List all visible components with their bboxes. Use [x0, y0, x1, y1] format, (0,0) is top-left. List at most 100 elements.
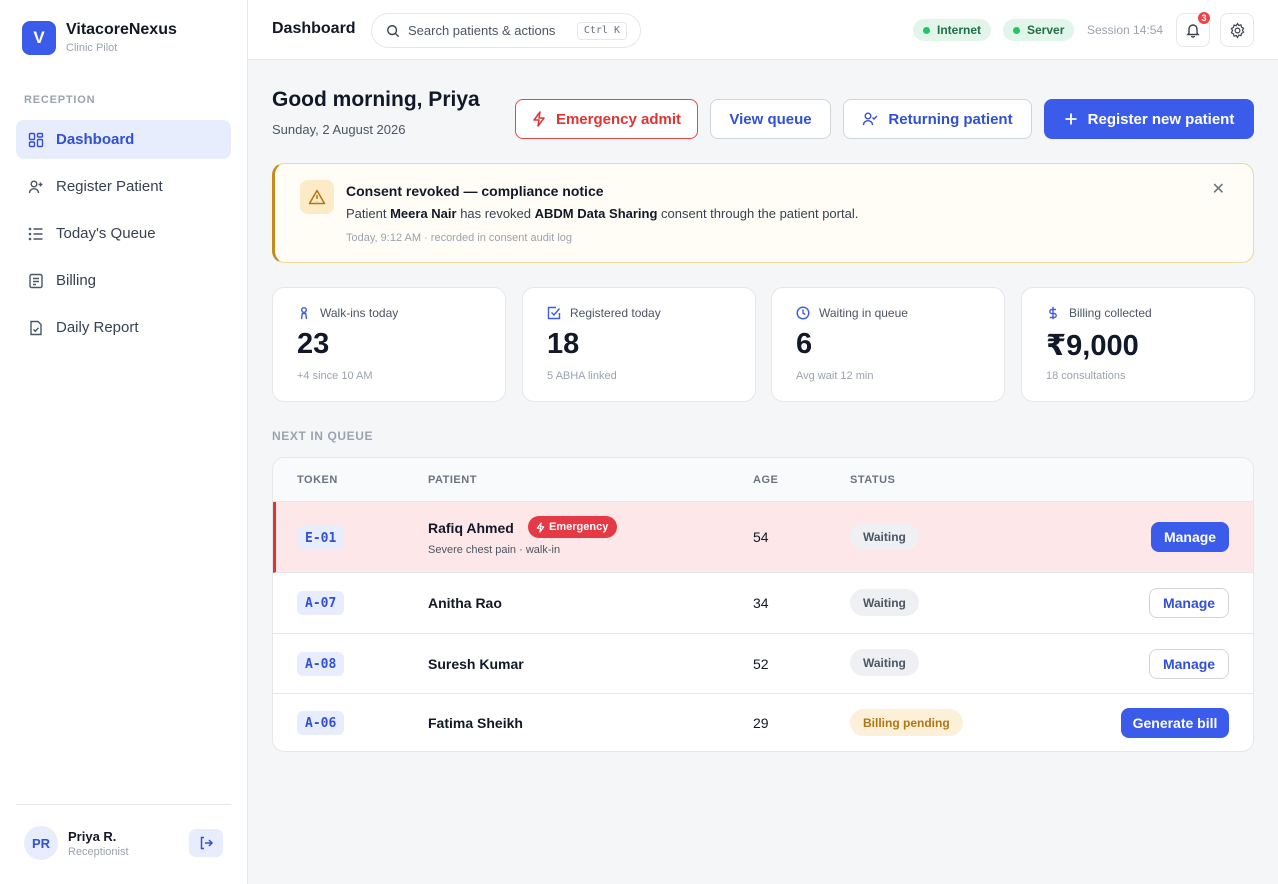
status-badge: Waiting — [850, 523, 919, 550]
stat-subtext: +4 since 10 AM — [297, 370, 373, 382]
token-badge: A-07 — [297, 591, 345, 615]
manage-button[interactable]: Manage — [1151, 522, 1229, 552]
stat-card-registered: Registered today 18 5 ABHA linked — [522, 287, 756, 402]
sidebar-item-label: Register Patient — [56, 178, 163, 195]
emergency-admit-button[interactable]: Emergency admit — [515, 99, 698, 139]
gear-icon — [1230, 21, 1244, 39]
session-timer: Session 14:54 — [1087, 23, 1164, 37]
patient-name: Anitha Rao — [428, 595, 502, 611]
table-row[interactable]: E-01 Rafiq Ahmed Emergency Severe chest … — [273, 502, 1253, 573]
manage-button[interactable]: Manage — [1149, 649, 1229, 679]
clock-icon — [796, 306, 810, 320]
sidebar-item-register-patient[interactable]: Register Patient — [16, 167, 231, 206]
internet-status-badge: Internet — [913, 19, 992, 41]
person-icon — [300, 307, 308, 320]
column-header-token: TOKEN — [297, 474, 338, 486]
sidebar-item-dashboard[interactable]: Dashboard — [16, 120, 231, 159]
alert-message: Patient Meera Nair has revoked ABDM Data… — [346, 206, 859, 221]
stat-subtext: 18 consultations — [1046, 370, 1126, 382]
logout-icon — [200, 836, 214, 850]
manage-button[interactable]: Manage — [1149, 588, 1229, 618]
queue-section-label: NEXT IN QUEUE — [272, 429, 374, 443]
user-check-icon — [863, 112, 878, 126]
brand-logo: V — [22, 21, 56, 55]
stat-card-waiting: Waiting in queue 6 Avg wait 12 min — [771, 287, 1005, 402]
nav-section-label: RECEPTION — [24, 94, 96, 106]
stat-value: ₹9,000 — [1046, 330, 1139, 362]
keyboard-shortcut: Ctrl K — [576, 22, 627, 40]
search-input[interactable]: Search patients & actions Ctrl K — [371, 13, 641, 48]
bell-icon — [1186, 24, 1200, 38]
sidebar-nav: Dashboard Register Patient Today's Queue… — [16, 120, 231, 355]
search-icon — [387, 24, 400, 37]
user-profile[interactable]: PR Priya R. Receptionist — [24, 826, 129, 860]
token-badge: A-08 — [297, 652, 345, 676]
sidebar-item-label: Daily Report — [56, 319, 139, 336]
patient-age: 54 — [753, 529, 769, 545]
sidebar-item-daily-report[interactable]: Daily Report — [16, 308, 231, 347]
brand-subtitle: Clinic Pilot — [66, 42, 118, 54]
generate-bill-button[interactable]: Generate bill — [1121, 708, 1229, 738]
brand[interactable]: V VitacoreNexus Clinic Pilot — [22, 21, 177, 55]
checkbox-icon — [547, 306, 561, 320]
stat-subtext: Avg wait 12 min — [796, 370, 874, 382]
settings-button[interactable] — [1220, 13, 1254, 47]
sidebar-item-label: Billing — [56, 272, 97, 289]
alert-title: Consent revoked — compliance notice — [346, 183, 604, 199]
notifications-button[interactable]: 3 — [1176, 11, 1211, 47]
sidebar-item-billing[interactable]: Billing — [16, 261, 231, 300]
consent-alert: Consent revoked — compliance notice Pati… — [272, 163, 1254, 263]
list-icon — [28, 227, 43, 240]
report-icon — [30, 320, 42, 335]
page-title: Dashboard — [272, 20, 356, 37]
alert-timestamp: Today, 9:12 AM · recorded in consent aud… — [346, 232, 573, 244]
warning-icon — [300, 180, 334, 214]
logout-button[interactable] — [189, 829, 223, 857]
patient-name: Suresh Kumar — [428, 656, 524, 672]
receipt-icon — [29, 273, 43, 288]
status-badge: Waiting — [850, 649, 919, 676]
stat-card-billing: Billing collected ₹9,000 18 consultation… — [1021, 287, 1255, 402]
patient-age: 29 — [753, 715, 769, 731]
patient-note: Severe chest pain · walk-in — [428, 544, 561, 556]
brand-name: VitacoreNexus — [66, 21, 177, 38]
patient-name: Fatima Sheikh — [428, 715, 523, 731]
returning-patient-button[interactable]: Returning patient — [843, 99, 1032, 139]
stat-card-walk-ins: Walk-ins today 23 +4 since 10 AM — [272, 287, 506, 402]
stat-subtext: 5 ABHA linked — [547, 370, 617, 382]
queue-table: TOKEN PATIENT AGE STATUS E-01 Rafiq Ahme… — [272, 457, 1254, 752]
stat-label: Registered today — [570, 306, 661, 320]
view-queue-button[interactable]: View queue — [710, 99, 831, 139]
alert-consent-type: ABDM Data Sharing — [534, 206, 658, 221]
table-row[interactable]: A-08 Suresh Kumar 52 Waiting Manage — [273, 634, 1253, 694]
patient-age: 34 — [753, 595, 769, 611]
plus-icon — [1065, 113, 1077, 125]
sidebar: V VitacoreNexus Clinic Pilot RECEPTION D… — [0, 0, 248, 884]
server-status-badge: Server — [1003, 19, 1075, 41]
search-placeholder: Search patients & actions — [408, 23, 556, 38]
column-header-patient: PATIENT — [428, 474, 477, 486]
table-row[interactable]: A-07 Anitha Rao 34 Waiting Manage — [273, 573, 1253, 634]
user-plus-icon — [28, 180, 43, 193]
dollar-icon — [1049, 306, 1057, 320]
lightning-icon — [533, 111, 545, 127]
user-name: Priya R. — [68, 828, 117, 844]
sidebar-item-todays-queue[interactable]: Today's Queue — [16, 214, 231, 253]
greeting-heading: Good morning, Priya — [272, 88, 480, 111]
table-header: TOKEN PATIENT AGE STATUS — [273, 458, 1253, 502]
stat-label: Walk-ins today — [320, 306, 399, 320]
column-header-age: AGE — [753, 474, 779, 486]
stat-value: 6 — [796, 328, 813, 360]
lightning-icon — [536, 521, 545, 533]
close-icon[interactable]: ✕ — [1212, 182, 1225, 198]
status-badge: Billing pending — [850, 709, 963, 736]
sidebar-item-label: Today's Queue — [56, 225, 156, 242]
token-badge: E-01 — [297, 526, 345, 550]
token-badge: A-06 — [297, 711, 345, 735]
stat-label: Waiting in queue — [819, 306, 908, 320]
register-new-patient-button[interactable]: Register new patient — [1044, 99, 1254, 139]
topbar: Dashboard Search patients & actions Ctrl… — [248, 0, 1278, 60]
current-date: Sunday, 2 August 2026 — [272, 122, 406, 137]
table-row[interactable]: A-06 Fatima Sheikh 29 Billing pending Ge… — [273, 694, 1253, 751]
stat-value: 18 — [547, 328, 580, 360]
